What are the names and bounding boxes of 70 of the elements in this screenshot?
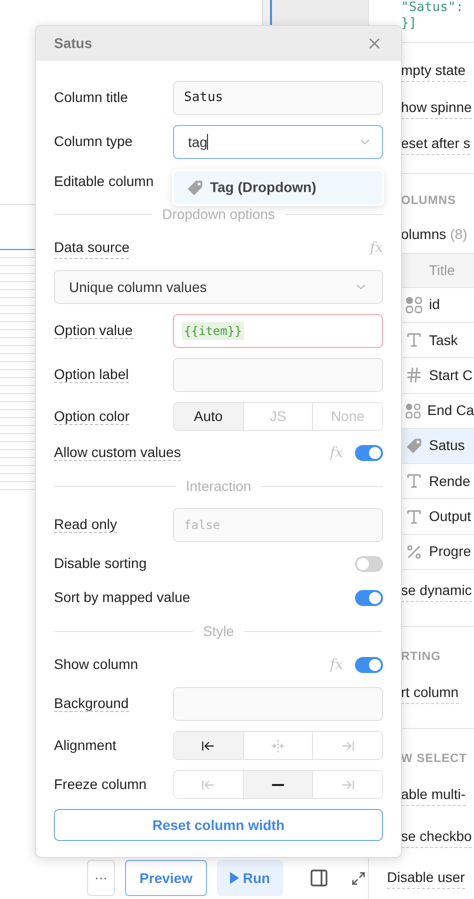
field-label: Column title <box>54 89 128 105</box>
field-label: Allow custom values <box>54 444 181 461</box>
field-label: Alignment <box>54 736 116 752</box>
field-label: Show column <box>54 656 138 672</box>
section-heading: RTING <box>401 648 441 666</box>
data-source-select[interactable]: Unique column values <box>54 270 383 304</box>
code-line: }] <box>401 15 417 34</box>
field-label: Editable column <box>54 172 154 190</box>
toggle-switch[interactable] <box>355 556 383 572</box>
text-type-icon <box>405 508 423 526</box>
column-row[interactable]: End Ca <box>401 394 474 429</box>
text-type-icon <box>405 331 423 350</box>
segment-option[interactable] <box>312 732 382 759</box>
align-right-icon <box>340 738 355 752</box>
column-type-field[interactable]: tag <box>173 125 383 159</box>
placeholder-text: false <box>183 517 222 534</box>
field-label: Sort by mapped value <box>54 589 190 605</box>
segment-option[interactable] <box>242 771 312 798</box>
column-row[interactable]: id <box>401 288 474 323</box>
columns-count: (8) <box>450 224 468 244</box>
field-label: Column type <box>54 133 133 149</box>
toggle-switch[interactable] <box>355 590 383 606</box>
field-label: Option color <box>54 408 130 424</box>
field-label: Option value <box>54 322 133 339</box>
pin-right-icon <box>340 778 355 792</box>
expand-icon[interactable] <box>351 870 366 886</box>
dialog-title: Satus <box>54 34 92 53</box>
code-value: {{item}} <box>182 322 244 340</box>
pin-left-icon <box>201 778 216 792</box>
field-label: Background <box>54 695 129 712</box>
setting-label: Disable user <box>387 867 465 890</box>
segment-option[interactable]: Auto <box>174 403 243 430</box>
dash-icon <box>272 784 284 786</box>
field-label: Freeze column <box>54 776 147 792</box>
field-label: Disable sorting <box>54 555 147 571</box>
percent-icon <box>405 542 423 561</box>
text-type-icon <box>405 472 423 490</box>
grid-icon <box>405 296 423 314</box>
tag-icon <box>186 178 204 196</box>
field-label: Data source <box>54 237 130 259</box>
panel-icon[interactable] <box>309 868 329 888</box>
text-field[interactable]: Satus <box>173 81 383 115</box>
reset-column-width-button[interactable]: Reset column width <box>54 809 383 841</box>
play-icon <box>230 872 239 884</box>
section-heading: OLUMNS <box>401 192 456 209</box>
section-divider-label: Dropdown options <box>162 205 275 224</box>
text-field[interactable] <box>173 687 383 721</box>
section-divider-label: Style <box>202 622 234 641</box>
columns-label: olumns <box>401 224 446 244</box>
hash-icon <box>405 366 423 384</box>
section-heading: W SELECT <box>401 750 467 768</box>
grid-icon <box>405 402 422 420</box>
preview-button[interactable]: Preview <box>125 860 207 896</box>
column-row[interactable]: Progre <box>401 534 474 570</box>
table-header: Title <box>401 252 474 288</box>
text-field[interactable] <box>173 358 383 392</box>
column-row[interactable]: Satus <box>401 428 474 464</box>
code-line: "Satus": <box>401 0 464 17</box>
segment-option[interactable] <box>174 732 243 759</box>
segment-option[interactable] <box>312 771 382 798</box>
toggle-switch[interactable] <box>355 657 383 673</box>
align-left-icon <box>201 738 216 752</box>
section-divider-label: Interaction <box>186 477 252 496</box>
align-center-icon <box>271 738 285 752</box>
menu-item[interactable]: Tag (Dropdown) <box>174 171 382 204</box>
tag-icon <box>405 436 423 455</box>
field-label: Option label <box>54 366 129 383</box>
field-label: Read only <box>54 516 118 533</box>
more-button[interactable]: ··· <box>87 860 115 896</box>
toggle-switch[interactable] <box>355 445 383 461</box>
